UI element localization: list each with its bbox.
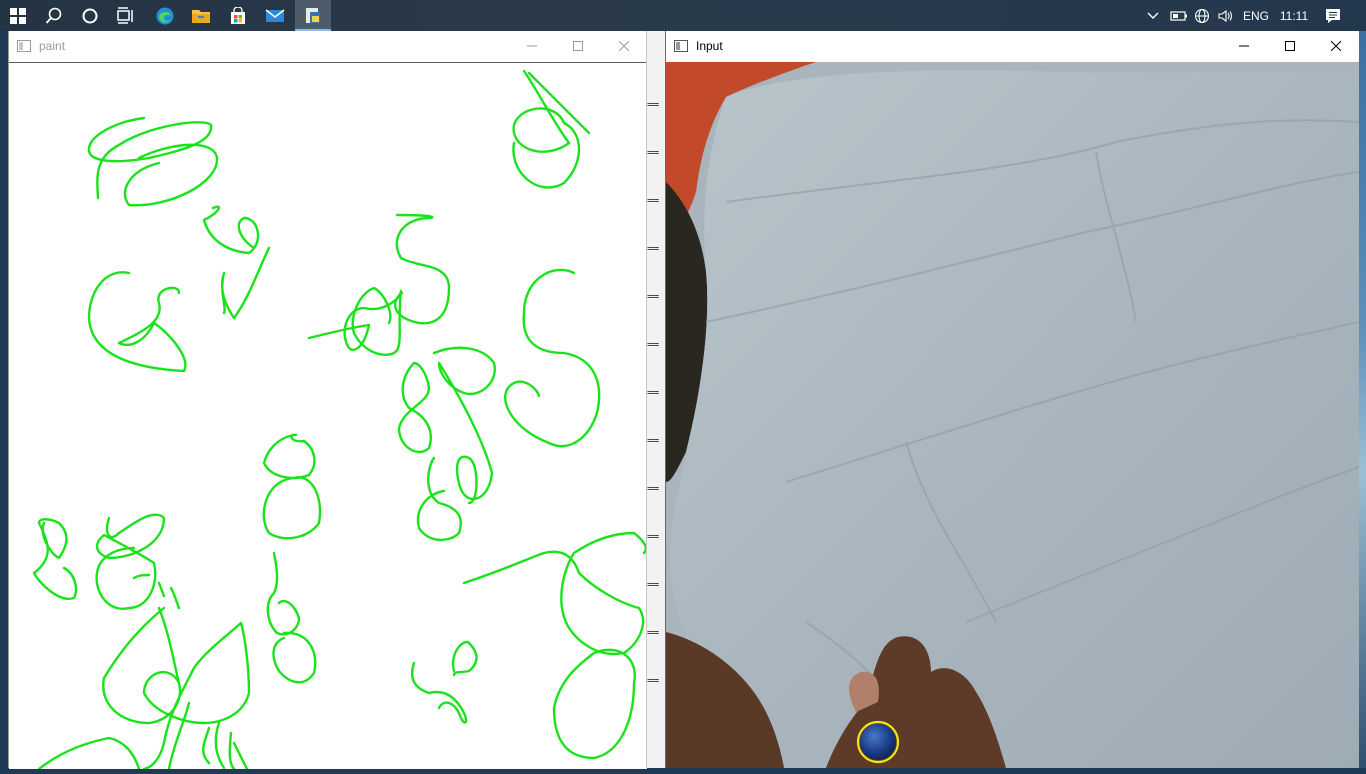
window-app-icon [17, 39, 31, 52]
action-center-icon[interactable] [1318, 0, 1348, 31]
network-globe-icon[interactable] [1192, 0, 1212, 31]
desktop-background [1359, 31, 1366, 768]
console-mark: == [647, 674, 659, 687]
paint-window: paint [8, 31, 648, 771]
edge-icon[interactable] [147, 0, 183, 31]
python-icon[interactable] [295, 0, 331, 31]
console-mark: == [647, 530, 659, 543]
console-mark: == [647, 482, 659, 495]
minimize-button[interactable] [509, 31, 555, 61]
paint-window-title: paint [39, 39, 66, 53]
maximize-button[interactable] [1267, 31, 1313, 61]
console-mark: == [647, 338, 659, 351]
taskbar: ENG 11:11 [0, 0, 1366, 31]
input-window: Input [665, 31, 1360, 768]
console-mark: == [647, 386, 659, 399]
close-button[interactable] [1313, 31, 1359, 61]
console-mark: == [647, 98, 659, 111]
chevron-up-icon[interactable] [1145, 0, 1161, 31]
input-titlebar[interactable]: Input [666, 31, 1359, 61]
drawing-strokes [32, 69, 648, 771]
task-view-icon[interactable] [108, 0, 144, 31]
battery-icon[interactable] [1168, 0, 1190, 31]
store-icon[interactable] [220, 0, 256, 31]
console-mark: == [647, 434, 659, 447]
maximize-button[interactable] [555, 31, 601, 61]
close-button[interactable] [601, 31, 647, 61]
console-mark: == [647, 146, 659, 159]
search-icon[interactable] [36, 0, 72, 31]
console-mark: == [647, 626, 659, 639]
paint-titlebar[interactable]: paint [9, 31, 647, 61]
console-mark: == [647, 194, 659, 207]
camera-feed [666, 62, 1359, 768]
input-window-title: Input [696, 39, 723, 53]
clock[interactable]: 11:11 [1276, 0, 1312, 31]
console-mark: == [647, 290, 659, 303]
file-explorer-icon[interactable] [183, 0, 219, 31]
background-console-edge: == == == == == == == == == == == == == [646, 31, 666, 768]
console-mark: == [647, 578, 659, 591]
mail-icon[interactable] [257, 0, 293, 31]
window-app-icon [674, 39, 688, 52]
windows-start-icon[interactable] [0, 0, 36, 31]
minimize-button[interactable] [1221, 31, 1267, 61]
console-mark: == [647, 242, 659, 255]
cortana-icon[interactable] [72, 0, 108, 31]
volume-icon[interactable] [1215, 0, 1237, 31]
paint-canvas[interactable] [9, 62, 648, 771]
language-indicator[interactable]: ENG [1240, 0, 1272, 31]
